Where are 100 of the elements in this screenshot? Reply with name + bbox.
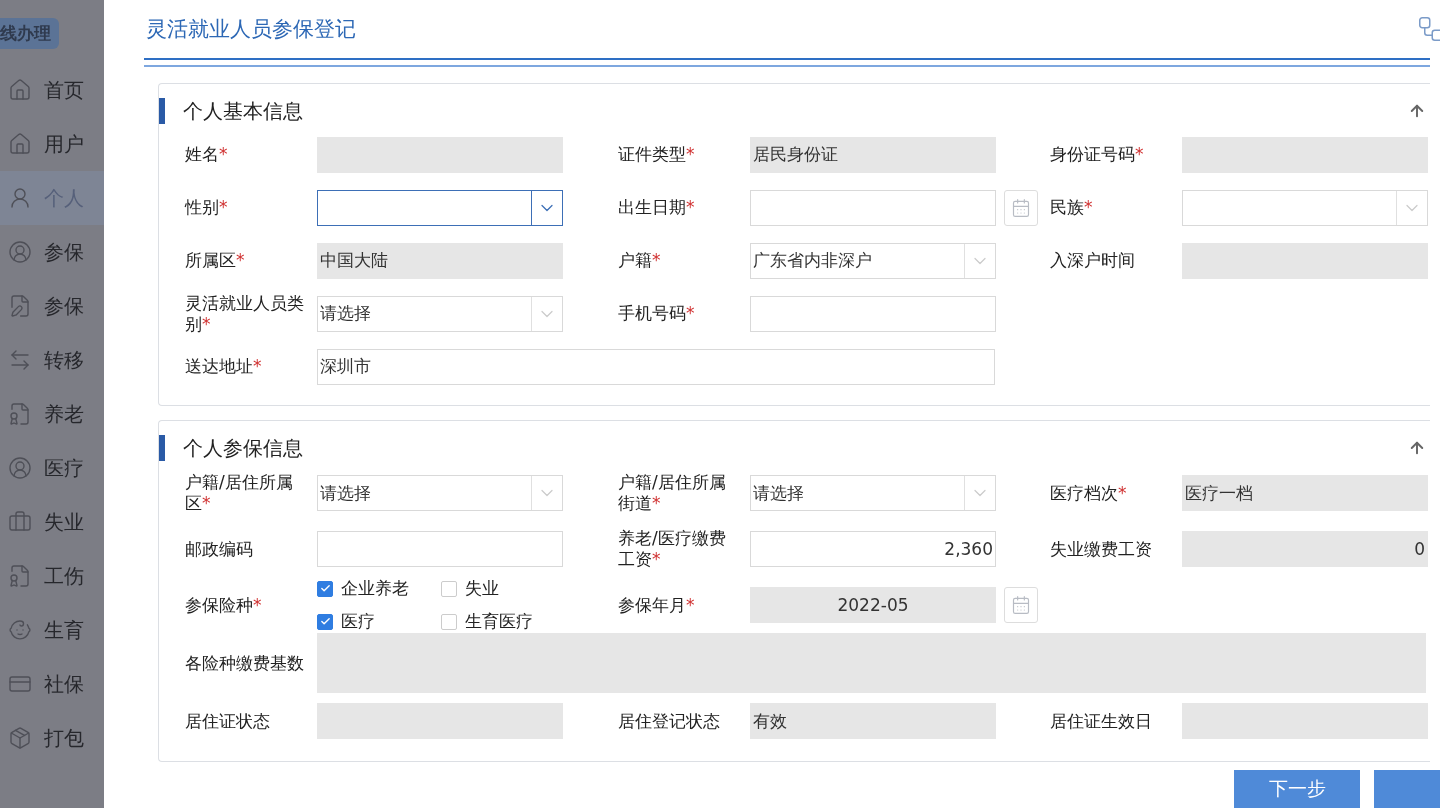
checkmark-icon: [319, 583, 331, 594]
sidebar-item[interactable]: 工伤: [0, 549, 104, 603]
required-mark: *: [236, 250, 245, 270]
sidebar-item[interactable]: 失业: [0, 495, 104, 549]
sidebar-icon: [8, 132, 32, 156]
sidebar-icon: [8, 402, 32, 426]
field-label: 送达地址*: [185, 356, 263, 377]
input-field[interactable]: [317, 531, 563, 567]
field-label: 民族*: [1050, 197, 1094, 218]
calendar-icon[interactable]: [1004, 587, 1038, 623]
section-title: 个人参保信息: [159, 435, 303, 461]
sidebar-icon: [8, 348, 32, 372]
field-label: 户籍*: [618, 250, 662, 271]
sidebar-item[interactable]: 养老: [0, 387, 104, 441]
input-field[interactable]: [750, 295, 996, 332]
required-mark: *: [253, 356, 262, 376]
dropdown[interactable]: 广东省内非深户: [750, 242, 996, 279]
calendar-icon[interactable]: [1004, 189, 1038, 226]
sidebar-icon: [8, 240, 32, 264]
field-label: 居住登记状态: [618, 710, 721, 732]
required-mark: *: [202, 313, 211, 334]
sidebar-item[interactable]: 打包: [0, 711, 104, 765]
sidebar-icon: [8, 456, 32, 480]
field-label: 所属区*: [185, 250, 246, 271]
sidebar-icon: [8, 78, 32, 102]
field-label: 养老/医疗缴费工资*: [618, 528, 727, 570]
sidebar-badge: 线办理: [0, 18, 59, 49]
dropdown[interactable]: 请选择: [317, 475, 563, 511]
date-field[interactable]: 2022-05: [750, 587, 996, 623]
checkbox[interactable]: 生育医疗: [441, 610, 533, 633]
required-mark: *: [1118, 482, 1127, 503]
section-title: 个人基本信息: [159, 98, 303, 124]
field-label: 邮政编码: [185, 538, 254, 560]
required-mark: *: [686, 303, 695, 323]
field-label: 各险种缴费基数: [185, 652, 305, 674]
sidebar-icon: [8, 726, 32, 750]
sidebar-icon: [8, 564, 32, 588]
dropdown[interactable]: [317, 189, 563, 226]
sidebar-item[interactable]: 转移: [0, 333, 104, 387]
sidebar-icon: [8, 618, 32, 642]
input-field[interactable]: [1182, 703, 1428, 739]
required-mark: *: [686, 594, 695, 615]
field-label: 证件类型*: [618, 144, 696, 165]
dialog-title: 灵活就业人员参保登记: [146, 16, 356, 43]
checkbox[interactable]: 企业养老: [317, 577, 441, 600]
field-label: 手机号码*: [618, 303, 696, 324]
required-mark: *: [652, 549, 661, 569]
required-mark: *: [1084, 197, 1093, 217]
required-mark: *: [219, 144, 228, 164]
field-label: 医疗档次*: [1050, 482, 1128, 504]
field-label: 户籍/居住所属街道*: [618, 472, 727, 514]
input-field[interactable]: [317, 136, 563, 173]
input-field[interactable]: 医疗一档: [1182, 475, 1428, 511]
checkbox[interactable]: 医疗: [317, 610, 441, 633]
sidebar-item[interactable]: 社保: [0, 657, 104, 711]
sidebar-item[interactable]: 参保: [0, 279, 104, 333]
field-label: 身份证号码*: [1050, 144, 1145, 165]
sidebar-item[interactable]: 生育: [0, 603, 104, 657]
field-label: 灵活就业人员类别*: [185, 292, 305, 335]
sidebar-item[interactable]: 用户: [0, 117, 104, 171]
input-field[interactable]: 0: [1182, 531, 1428, 567]
sidebar-item[interactable]: 参保: [0, 225, 104, 279]
required-mark: *: [686, 144, 695, 164]
sidebar-icon: [8, 294, 32, 318]
input-field[interactable]: [317, 703, 563, 739]
dropdown[interactable]: 请选择: [750, 475, 996, 511]
required-mark: *: [253, 594, 262, 615]
field-label: 参保险种*: [185, 594, 263, 616]
input-field[interactable]: 有效: [750, 703, 996, 739]
required-mark: *: [1135, 144, 1144, 164]
input-field[interactable]: [1182, 136, 1428, 173]
dropdown[interactable]: 请选择: [317, 295, 563, 332]
input-field[interactable]: 2,360: [750, 531, 996, 567]
required-mark: *: [202, 493, 211, 513]
field-label: 入深户时间: [1050, 250, 1136, 271]
field-label: 居住证状态: [185, 710, 271, 732]
required-mark: *: [219, 197, 228, 217]
field-label: 居住证生效日: [1050, 710, 1153, 732]
flow-icon[interactable]: [1416, 14, 1440, 44]
sidebar-item[interactable]: 医疗: [0, 441, 104, 495]
field-label: 户籍/居住所属区*: [185, 472, 294, 514]
field-label: 姓名*: [185, 144, 229, 165]
sidebar-icon: [8, 186, 32, 210]
field-label: 失业缴费工资: [1050, 538, 1153, 560]
field-label: 参保年月*: [618, 594, 696, 616]
required-mark: *: [652, 250, 661, 270]
field-label: 性别*: [185, 197, 229, 218]
input-field[interactable]: [1182, 242, 1428, 279]
date-field[interactable]: [750, 189, 996, 226]
field-label: 出生日期*: [618, 197, 696, 218]
checkbox[interactable]: 失业: [441, 577, 533, 600]
checkmark-icon: [319, 616, 331, 627]
next-button[interactable]: 下一步: [1234, 770, 1360, 808]
input-field[interactable]: 深圳市: [317, 348, 995, 385]
required-mark: *: [652, 493, 661, 513]
sidebar-icon: [8, 510, 32, 534]
required-mark: *: [686, 197, 695, 217]
sidebar-item[interactable]: 首页: [0, 63, 104, 117]
input-field[interactable]: 中国大陆: [317, 242, 563, 279]
input-field[interactable]: 居民身份证: [750, 136, 996, 173]
